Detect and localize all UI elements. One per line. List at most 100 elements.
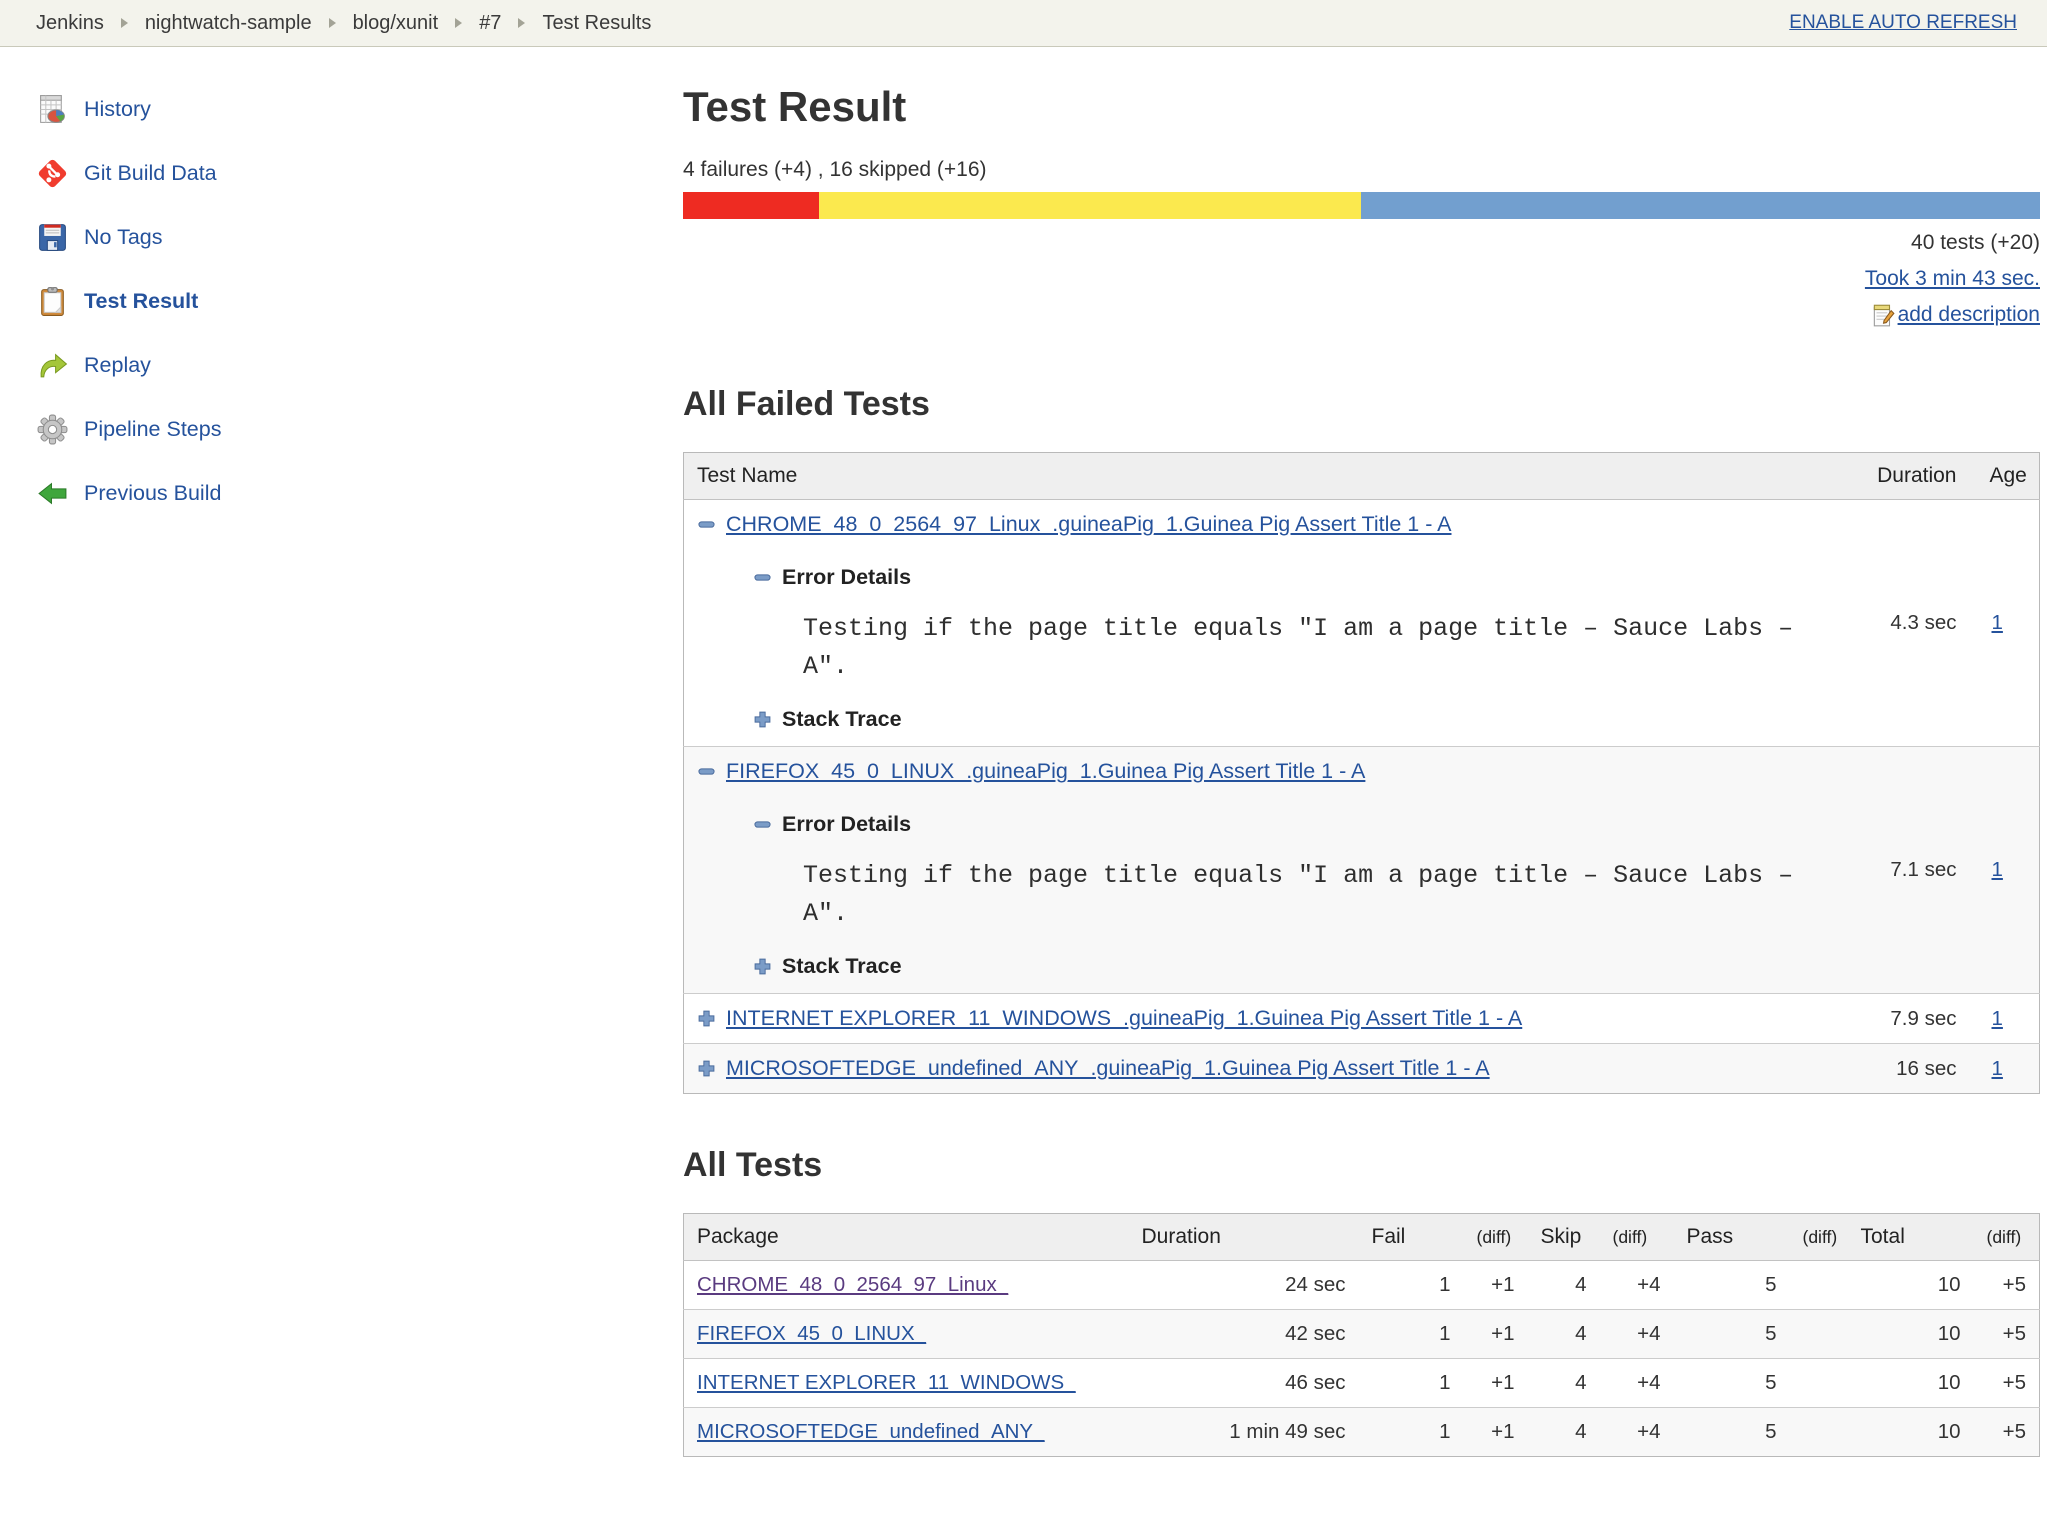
git-icon xyxy=(36,157,69,190)
duration-cell: 4.3 sec xyxy=(1834,499,1970,747)
fail-diff-cell: +1 xyxy=(1463,1358,1528,1408)
all-tests-col-skip: Skip xyxy=(1527,1213,1600,1261)
sidebar-link-test-result[interactable]: Test Result xyxy=(84,289,198,314)
sidebar-item-pipeline-steps[interactable]: Pipeline Steps xyxy=(36,413,683,446)
sidebar-item-no-tags[interactable]: No Tags xyxy=(36,221,683,254)
age-link[interactable]: 1 xyxy=(1992,1007,2003,1030)
skip-diff-cell: +4 xyxy=(1599,1260,1674,1310)
tests-count: 40 tests (+20) xyxy=(1911,231,2040,254)
fail-cell: 1 xyxy=(1358,1358,1464,1408)
skip-cell: 4 xyxy=(1527,1358,1600,1408)
duration-cell: 16 sec xyxy=(1834,1043,1970,1094)
expand-icon[interactable] xyxy=(697,1009,716,1028)
collapse-icon[interactable] xyxy=(753,568,772,587)
failed-test-row: FIREFOX_45_0_LINUX_.guineaPig_1.Guinea P… xyxy=(683,746,2040,994)
enable-auto-refresh-link[interactable]: ENABLE AUTO REFRESH xyxy=(1789,12,2017,34)
skipped-bar-segment xyxy=(818,192,1362,219)
sidebar-link-no-tags[interactable]: No Tags xyxy=(84,225,162,250)
stack-trace-label: Stack Trace xyxy=(782,954,902,978)
sidebar-link-previous-build[interactable]: Previous Build xyxy=(84,481,221,506)
passed-bar-segment xyxy=(1361,192,2040,219)
package-cell: FIREFOX_45_0_LINUX_ xyxy=(683,1309,1129,1359)
sidebar: History Git Build Data No Tags Test Result R… xyxy=(0,47,683,541)
age-link[interactable]: 1 xyxy=(1992,858,2003,881)
age-link[interactable]: 1 xyxy=(1992,611,2003,634)
test-result-bar xyxy=(683,192,2040,219)
pass-cell: 5 xyxy=(1673,1358,1790,1408)
add-description-link[interactable]: add description xyxy=(1898,297,2040,333)
gear-icon xyxy=(36,413,69,446)
all-tests-heading: All Tests xyxy=(683,1146,823,1184)
age-cell: 1 xyxy=(1969,499,2040,747)
error-details-label: Error Details xyxy=(782,812,912,836)
main-content: Test Result 4 failures (+4) , 16 skipped… xyxy=(683,47,2047,1457)
fail-diff-cell: +1 xyxy=(1463,1309,1528,1359)
age-link[interactable]: 1 xyxy=(1992,1057,2003,1080)
package-cell: INTERNET EXPLORER_11_WINDOWS_ xyxy=(683,1358,1129,1408)
breadcrumb-item-7[interactable]: #7 xyxy=(479,12,501,35)
failed-test-row: CHROME_48_0_2564_97_Linux_.guineaPig_1.G… xyxy=(683,499,2040,747)
expand-icon[interactable] xyxy=(753,957,772,976)
total-diff-cell: +5 xyxy=(1973,1260,2040,1310)
package-link-internet-explorer-11-windows[interactable]: INTERNET EXPLORER_11_WINDOWS_ xyxy=(697,1371,1076,1394)
stack-trace-label: Stack Trace xyxy=(782,707,902,731)
sidebar-item-git-build-data[interactable]: Git Build Data xyxy=(36,157,683,190)
breadcrumb-separator-icon xyxy=(518,18,526,28)
expand-icon[interactable] xyxy=(753,710,772,729)
all-failed-tests-heading: All Failed Tests xyxy=(683,385,930,423)
all-tests-col-diff-3: (diff) xyxy=(1463,1213,1528,1261)
pass-diff-cell xyxy=(1789,1309,1848,1359)
failed-test-link[interactable]: CHROME_48_0_2564_97_Linux_.guineaPig_1.G… xyxy=(726,512,1452,537)
failed-test-link[interactable]: INTERNET EXPLORER_11_WINDOWS_.guineaPig_… xyxy=(726,1006,1522,1031)
package-row: CHROME_48_0_2564_97_Linux_ 24 sec 1 +1 4 +4 5 1… xyxy=(683,1260,2040,1310)
pass-diff-cell xyxy=(1789,1260,1848,1310)
failed-test-row: MICROSOFTEDGE_undefined_ANY_.guineaPig_1… xyxy=(683,1043,2040,1094)
breadcrumb-item-nightwatch-sample[interactable]: nightwatch-sample xyxy=(145,12,312,35)
fail-diff-cell: +1 xyxy=(1463,1407,1528,1457)
col-test-name: Test Name xyxy=(683,452,1835,500)
total-cell: 10 xyxy=(1847,1407,1974,1457)
sidebar-item-history[interactable]: History xyxy=(36,93,683,126)
sidebar-link-git-build-data[interactable]: Git Build Data xyxy=(84,161,217,186)
breadcrumb-item-blog-xunit[interactable]: blog/xunit xyxy=(353,12,439,35)
replay-arrow-icon xyxy=(36,349,69,382)
package-link-microsoftedge-undefined-any[interactable]: MICROSOFTEDGE_undefined_ANY_ xyxy=(697,1420,1045,1443)
all-tests-col-fail: Fail xyxy=(1358,1213,1464,1261)
sidebar-item-previous-build[interactable]: Previous Build xyxy=(36,477,683,510)
col-duration: Duration xyxy=(1834,452,1970,500)
breadcrumb: Jenkins nightwatch-sample blog/xunit #7 Test… xyxy=(36,12,651,35)
package-row: INTERNET EXPLORER_11_WINDOWS_ 46 sec 1 +1 4 +… xyxy=(683,1358,2040,1408)
skip-cell: 4 xyxy=(1527,1407,1600,1457)
took-duration-link[interactable]: Took 3 min 43 sec. xyxy=(1865,267,2040,290)
failed-bar-segment xyxy=(683,192,819,219)
breadcrumb-item-test-results[interactable]: Test Results xyxy=(542,12,651,35)
error-text: Testing if the page title equals "I am a… xyxy=(803,861,1794,928)
sidebar-item-test-result[interactable]: Test Result xyxy=(36,285,683,318)
sidebar-item-replay[interactable]: Replay xyxy=(36,349,683,382)
collapse-icon[interactable] xyxy=(697,762,716,781)
all-tests-col-package: Package xyxy=(683,1213,1129,1261)
breadcrumb-separator-icon xyxy=(455,18,463,28)
sidebar-link-history[interactable]: History xyxy=(84,97,151,122)
page-title: Test Result xyxy=(683,83,907,130)
failed-test-link[interactable]: MICROSOFTEDGE_undefined_ANY_.guineaPig_1… xyxy=(726,1056,1490,1081)
age-cell: 1 xyxy=(1969,1043,2040,1094)
sidebar-link-replay[interactable]: Replay xyxy=(84,353,151,378)
expand-icon[interactable] xyxy=(697,1059,716,1078)
duration-cell: 1 min 49 sec xyxy=(1128,1407,1359,1457)
pass-cell: 5 xyxy=(1673,1260,1790,1310)
package-link-firefox-45-0-linux[interactable]: FIREFOX_45_0_LINUX_ xyxy=(697,1322,926,1345)
clipboard-icon xyxy=(36,285,69,318)
sidebar-link-pipeline-steps[interactable]: Pipeline Steps xyxy=(84,417,221,442)
failed-test-link[interactable]: FIREFOX_45_0_LINUX_.guineaPig_1.Guinea P… xyxy=(726,759,1365,784)
breadcrumb-item-jenkins[interactable]: Jenkins xyxy=(36,12,104,35)
duration-cell: 7.9 sec xyxy=(1834,993,1970,1044)
age-cell: 1 xyxy=(1969,746,2040,994)
col-age: Age xyxy=(1969,452,2040,500)
package-link-chrome-48-0-2564-97-linux[interactable]: CHROME_48_0_2564_97_Linux_ xyxy=(697,1273,1008,1296)
breadcrumb-separator-icon xyxy=(120,18,128,28)
collapse-icon[interactable] xyxy=(697,515,716,534)
all-tests-col-pass: Pass xyxy=(1673,1213,1790,1261)
duration-cell: 42 sec xyxy=(1128,1309,1359,1359)
collapse-icon[interactable] xyxy=(753,815,772,834)
